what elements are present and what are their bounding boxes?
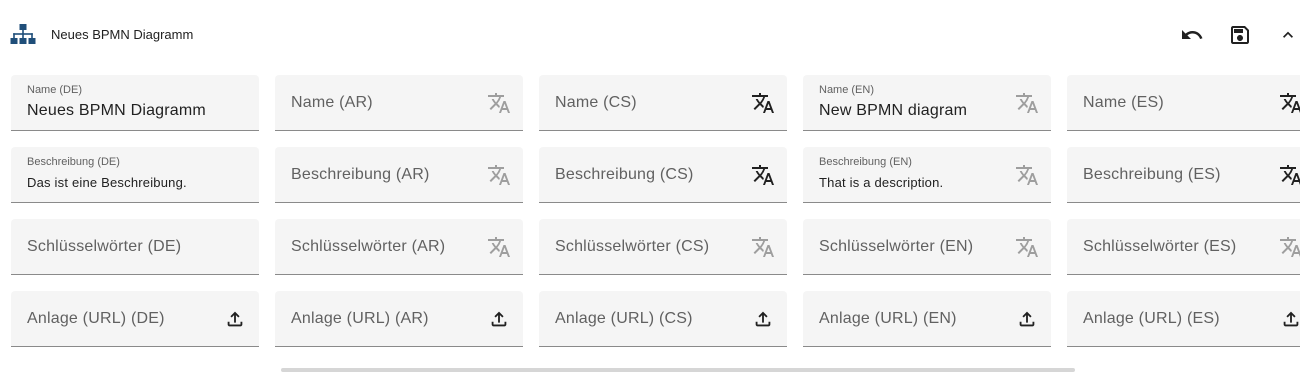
field-row3-4[interactable]: Schlüsselwörter (ES)	[1067, 219, 1300, 275]
field-row1-2[interactable]: Name (CS)	[539, 75, 787, 131]
field-placeholder: Anlage (URL) (ES)	[1083, 310, 1220, 327]
field-placeholder: Anlage (URL) (DE)	[27, 310, 165, 327]
translate-icon[interactable]	[1015, 235, 1039, 259]
field-placeholder: Anlage (URL) (AR)	[291, 310, 429, 327]
translate-icon[interactable]	[1015, 163, 1039, 187]
field-row1-0[interactable]: Name (DE) Neues BPMN Diagramm	[11, 75, 259, 131]
field-placeholder: Schlüsselwörter (DE)	[27, 238, 182, 255]
panel-title: Neues BPMN Diagramm	[51, 27, 194, 42]
field-row3-0[interactable]: Schlüsselwörter (DE)	[11, 219, 259, 275]
field-grid-viewport: Name (DE) Neues BPMN Diagramm Name (AR) Nam…	[0, 70, 1300, 360]
upload-icon[interactable]	[223, 307, 247, 331]
field-row2-0[interactable]: Beschreibung (DE) Das ist eine Beschreibu…	[11, 147, 259, 203]
translate-icon[interactable]	[751, 91, 775, 115]
field-row2-2[interactable]: Beschreibung (CS)	[539, 147, 787, 203]
field-value[interactable]: New BPMN diagram	[819, 102, 967, 120]
field-placeholder: Schlüsselwörter (AR)	[291, 238, 446, 255]
field-placeholder: Beschreibung (CS)	[555, 166, 694, 183]
field-placeholder: Beschreibung (AR)	[291, 166, 430, 183]
field-placeholder: Schlüsselwörter (EN)	[819, 238, 974, 255]
panel-header: Neues BPMN Diagramm	[0, 0, 1312, 70]
field-placeholder: Beschreibung (ES)	[1083, 166, 1221, 183]
translate-icon[interactable]	[487, 235, 511, 259]
field-row4-2[interactable]: Anlage (URL) (CS)	[539, 291, 787, 347]
field-placeholder: Name (ES)	[1083, 94, 1164, 111]
field-value[interactable]: That is a description.	[819, 175, 943, 190]
translate-icon[interactable]	[751, 235, 775, 259]
field-row1-4[interactable]: Name (ES)	[1067, 75, 1300, 131]
field-row4-3[interactable]: Anlage (URL) (EN)	[803, 291, 1051, 347]
undo-button[interactable]	[1177, 20, 1207, 50]
field-row3-2[interactable]: Schlüsselwörter (CS)	[539, 219, 787, 275]
save-button[interactable]	[1225, 20, 1255, 50]
translate-icon[interactable]	[1279, 163, 1300, 187]
field-row3-1[interactable]: Schlüsselwörter (AR)	[275, 219, 523, 275]
field-placeholder: Anlage (URL) (CS)	[555, 310, 693, 327]
field-placeholder: Anlage (URL) (EN)	[819, 310, 957, 327]
field-placeholder: Schlüsselwörter (CS)	[555, 238, 710, 255]
save-icon	[1228, 23, 1252, 47]
field-row4-4[interactable]: Anlage (URL) (ES)	[1067, 291, 1300, 347]
chevron-up-icon	[1278, 25, 1298, 45]
translate-icon[interactable]	[487, 163, 511, 187]
field-grid: Name (DE) Neues BPMN Diagramm Name (AR) Nam…	[11, 75, 1300, 347]
collapse-button[interactable]	[1273, 20, 1303, 50]
upload-icon[interactable]	[1015, 307, 1039, 331]
field-row2-3[interactable]: Beschreibung (EN) That is a description.	[803, 147, 1051, 203]
field-row4-1[interactable]: Anlage (URL) (AR)	[275, 291, 523, 347]
upload-icon[interactable]	[487, 307, 511, 331]
sitemap-icon	[10, 23, 36, 47]
undo-icon	[1180, 23, 1204, 47]
field-row2-4[interactable]: Beschreibung (ES)	[1067, 147, 1300, 203]
field-label: Name (DE)	[27, 84, 83, 96]
field-placeholder: Name (AR)	[291, 94, 373, 111]
translate-icon[interactable]	[1015, 91, 1039, 115]
field-row1-3[interactable]: Name (EN) New BPMN diagram	[803, 75, 1051, 131]
translate-icon[interactable]	[1279, 91, 1300, 115]
field-row4-0[interactable]: Anlage (URL) (DE)	[11, 291, 259, 347]
field-label: Name (EN)	[819, 84, 875, 96]
field-label: Beschreibung (EN)	[819, 156, 912, 168]
translate-icon[interactable]	[487, 91, 511, 115]
field-placeholder: Name (CS)	[555, 94, 637, 111]
horizontal-scrollbar[interactable]	[281, 368, 1075, 372]
field-label: Beschreibung (DE)	[27, 156, 120, 168]
field-value[interactable]: Das ist eine Beschreibung.	[27, 175, 187, 190]
upload-icon[interactable]	[751, 307, 775, 331]
field-value[interactable]: Neues BPMN Diagramm	[27, 102, 206, 120]
upload-icon[interactable]	[1279, 307, 1300, 331]
field-row3-3[interactable]: Schlüsselwörter (EN)	[803, 219, 1051, 275]
translate-icon[interactable]	[1279, 235, 1300, 259]
field-row1-1[interactable]: Name (AR)	[275, 75, 523, 131]
field-row2-1[interactable]: Beschreibung (AR)	[275, 147, 523, 203]
translate-icon[interactable]	[751, 163, 775, 187]
field-placeholder: Schlüsselwörter (ES)	[1083, 238, 1237, 255]
